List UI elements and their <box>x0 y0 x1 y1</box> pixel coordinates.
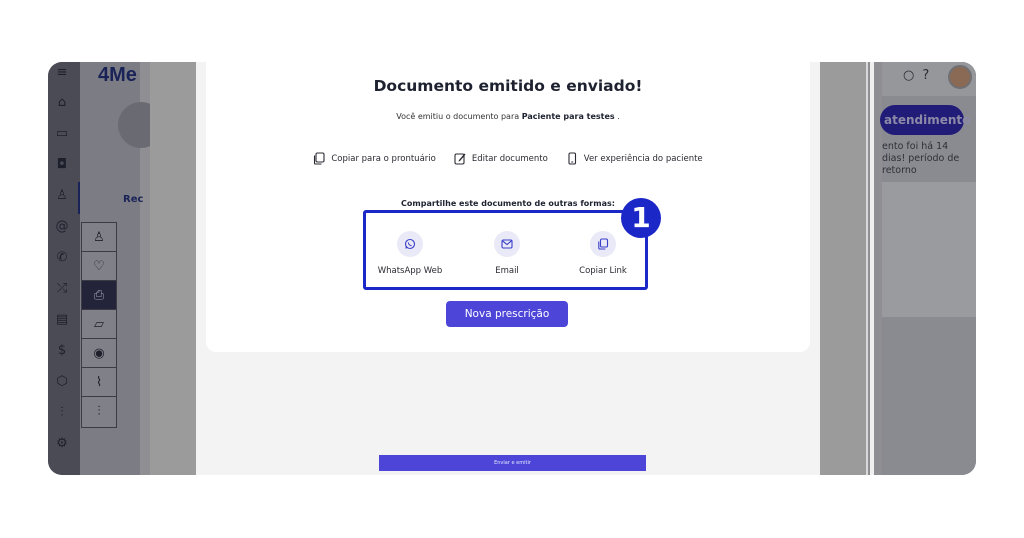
phone-icon <box>568 152 576 165</box>
car-icon: ◘ <box>56 157 68 172</box>
share-whatsapp-button[interactable]: WhatsApp Web <box>370 231 450 276</box>
folder-icon: ▱ <box>82 310 116 339</box>
menu-icon: ≡ <box>56 65 68 80</box>
share-email-button[interactable]: Email <box>467 231 547 276</box>
app-logo: 4Me <box>98 64 137 86</box>
send-emit-button[interactable]: Enviar e emitir <box>379 455 646 471</box>
overlay-divider-2 <box>870 62 874 475</box>
share-copy-link-label: Copiar Link <box>579 266 627 276</box>
home-icon: ⌂ <box>57 95 67 110</box>
share-whatsapp-label: WhatsApp Web <box>377 266 443 276</box>
bg-tool-column: ♙ ♡ ⎙ ▱ ◉ ⌇ ⫶ <box>81 222 117 428</box>
copy-icon <box>314 152 325 165</box>
help-icon: ? <box>922 68 938 83</box>
bg-right-card <box>882 182 976 317</box>
share-copy-link-button[interactable]: Copiar Link <box>563 231 643 276</box>
copy-to-record-label: Copiar para o prontuário <box>331 153 436 164</box>
success-card: Documento emitido e enviado! Você emitiu… <box>206 62 810 352</box>
paperclip-icon: ⌇ <box>82 368 116 397</box>
whatsapp-icon <box>397 231 423 257</box>
settings-icon: ⚙ <box>56 436 68 451</box>
edit-document-button[interactable]: Editar documento <box>454 152 548 165</box>
step-badge: 1 <box>621 198 661 238</box>
calendar-icon: ▭ <box>55 126 69 141</box>
bg-return-note: ento foi há 14 dias! período de retorno <box>882 141 960 176</box>
clipboard-icon: ▤ <box>55 312 69 327</box>
email-icon <box>494 231 520 257</box>
shuffle-icon: ⤮ <box>56 281 68 296</box>
share-title: Compartilhe este documento de outras for… <box>401 199 615 208</box>
dollar-icon: $ <box>57 343 67 358</box>
copy-link-icon <box>590 231 616 257</box>
box-icon: ⬡ <box>56 374 68 389</box>
user-icon: ♙ <box>56 188 68 203</box>
bg-topbar-icons: ○? <box>903 68 937 83</box>
chart-hand-icon: ⫶ <box>97 404 101 419</box>
share-options-box: WhatsApp Web Email Copiar Link <box>363 210 648 290</box>
bg-sidebar: ≡ ⌂ ▭ ◘ ♙ @ ✆ ⤮ ▤ $ ⬡ ⫶ ⚙ <box>48 62 80 475</box>
chat-icon: ○ <box>903 68 923 83</box>
printer-icon: ⎙ <box>82 281 116 310</box>
subtitle-suffix: . <box>614 112 620 121</box>
bg-tab-label: Rec <box>123 194 144 205</box>
phone-icon: ✆ <box>56 250 68 265</box>
overlay-right <box>820 62 866 475</box>
at-icon: @ <box>55 219 69 234</box>
bg-selected-indicator <box>78 182 80 214</box>
edit-icon <box>454 153 466 165</box>
success-title: Documento emitido e enviado! <box>373 77 643 95</box>
camera-icon: ◉ <box>82 339 116 368</box>
edit-document-label: Editar documento <box>471 153 548 164</box>
user-avatar <box>948 65 972 89</box>
overlay-divider <box>866 62 868 475</box>
person-icon: ♙ <box>82 223 116 252</box>
bg-attend-button: atendimento <box>880 105 970 135</box>
success-subtitle: Você emitiu o documento para Paciente pa… <box>206 112 810 121</box>
heartbeat-icon: ♡ <box>82 252 116 281</box>
document-actions: Copiar para o prontuário Editar document… <box>206 152 810 165</box>
document-panel: Documento emitido e enviado! Você emitiu… <box>196 62 820 475</box>
patient-name: Paciente para testes <box>521 112 615 121</box>
share-email-label: Email <box>495 266 519 276</box>
chart-icon: ⫶ <box>60 405 64 420</box>
app-window: ≡ ⌂ ▭ ◘ ♙ @ ✆ ⤮ ▤ $ ⬡ ⫶ ⚙ 4Me Rec ♙ ♡ ⎙ … <box>48 62 976 475</box>
patient-experience-button[interactable]: Ver experiência do paciente <box>566 152 703 165</box>
copy-to-record-button[interactable]: Copiar para o prontuário <box>313 152 436 165</box>
new-prescription-button[interactable]: Nova prescrição <box>446 301 568 327</box>
subtitle-prefix: Você emitiu o documento para <box>396 112 522 121</box>
patient-experience-label: Ver experiência do paciente <box>583 153 703 164</box>
overlay-left <box>150 62 196 475</box>
